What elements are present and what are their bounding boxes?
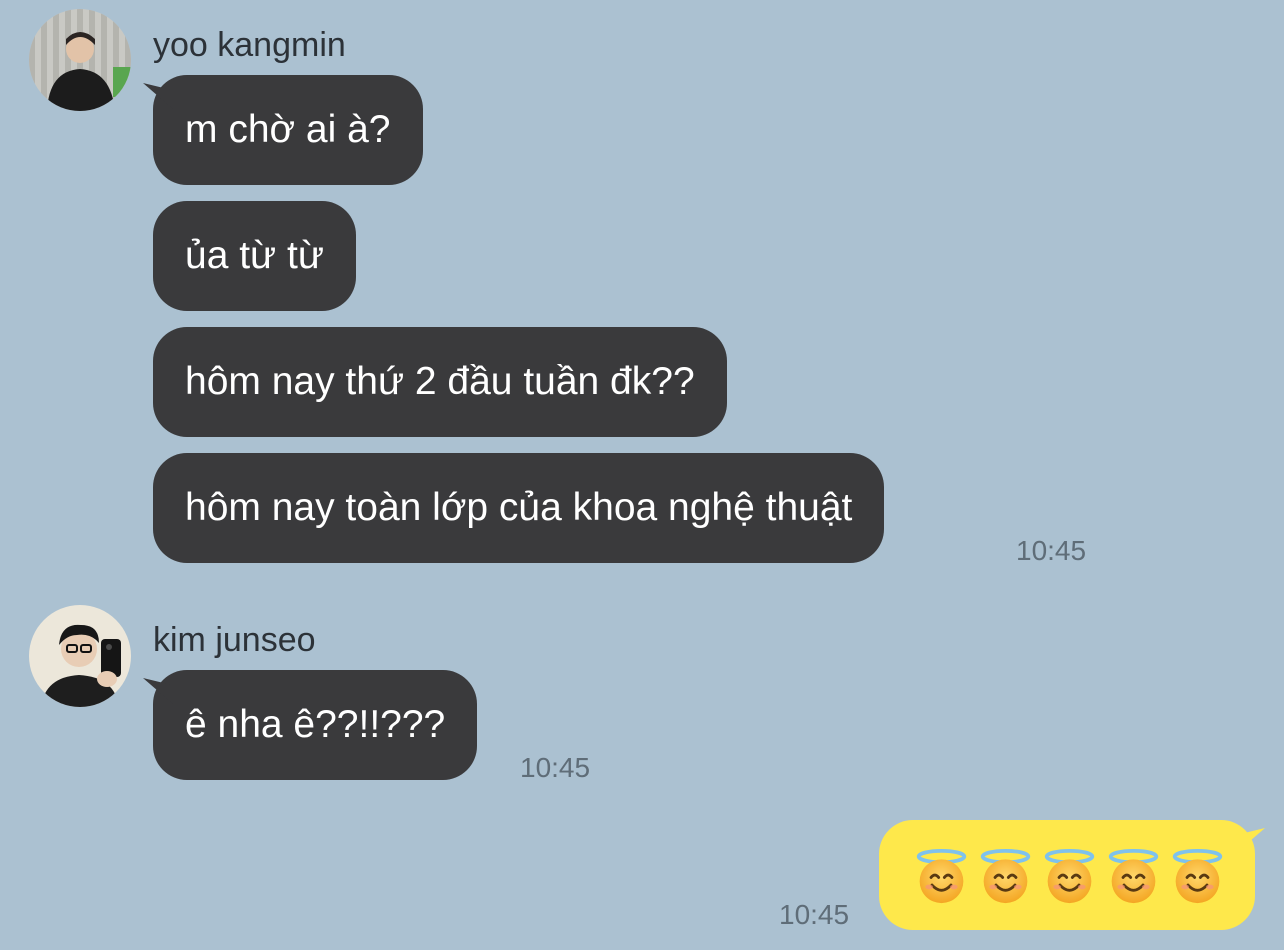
avatar-yoo-kangmin[interactable] (29, 9, 131, 111)
my-message-bubble[interactable]: 😇😇😇😇😇 (879, 820, 1255, 930)
message-bubble[interactable]: m chờ ai à? (153, 75, 423, 185)
sender-name: kim junseo (153, 621, 316, 659)
smiling-face-with-halo-icon (916, 848, 967, 904)
smiling-face-with-halo-icon (1172, 848, 1223, 904)
message-bubble[interactable]: hôm nay toàn lớp của khoa nghệ thuật (153, 453, 885, 563)
sender-name: yoo kangmin (153, 26, 346, 64)
smiling-face-with-halo-icon (980, 848, 1031, 904)
smiling-face-with-halo-icon (1108, 848, 1159, 904)
message-bubble[interactable]: ê nha ê??!!??? (153, 670, 478, 780)
avatar-kim-junseo[interactable] (29, 605, 131, 707)
smiling-face-with-halo-icon (1044, 848, 1095, 904)
message-bubble[interactable]: hôm nay thứ 2 đầu tuần đk?? (153, 327, 727, 437)
message-timestamp: 10:45 (779, 899, 850, 930)
user-photo-icon (29, 9, 131, 111)
message-timestamp: 10:45 (1016, 535, 1087, 566)
message-timestamp: 10:45 (520, 752, 591, 783)
emoji-row (913, 848, 1226, 905)
user-photo-icon (29, 605, 131, 707)
message-bubble[interactable]: ủa từ từ (153, 201, 356, 311)
